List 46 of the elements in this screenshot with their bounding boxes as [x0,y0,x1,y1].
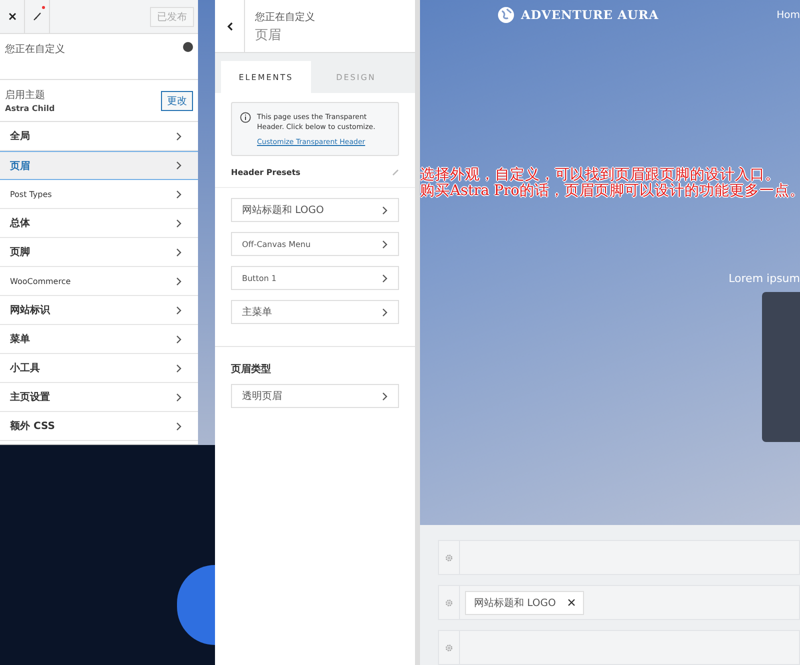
customizing-label: 您正在自定义 [255,10,315,24]
header-element-button[interactable]: 主菜单 [231,300,399,324]
builder-element-chip[interactable]: 网站标题和 LOGO [465,590,584,614]
change-theme-button[interactable]: 更改 [161,90,193,110]
close-icon[interactable] [568,599,575,606]
header-type-button[interactable]: 透明页眉 [231,384,399,408]
chevron-right-icon [176,190,182,198]
chevron-right-icon [176,392,182,402]
chevron-right-icon [382,206,388,215]
chevron-right-icon [176,248,182,256]
chevron-right-icon [176,334,182,344]
section-title: 页眉 [255,27,282,44]
theme-name: Astra Child [5,104,55,113]
globe-logo-icon [497,6,515,24]
presets-heading: Header Presets [231,168,300,178]
header-element-button[interactable]: 网站标题和 LOGO [231,198,399,222]
chevron-right-icon [176,276,182,286]
chevron-right-icon [176,306,182,314]
chevron-right-icon [382,240,388,249]
info-icon [240,112,251,123]
notification-dot [42,6,45,9]
site-logo-text[interactable]: ADVENTURE AURA [521,8,659,22]
chevron-right-icon [382,392,388,401]
gear-icon[interactable] [445,644,453,652]
menu-item[interactable]: 页眉 [0,151,198,180]
annotation-text: 选择外观，自定义，可以找到页眉跟页脚的设计入口。 [420,167,781,183]
chevron-right-icon [176,161,182,170]
header-element-button[interactable]: Button 1 [231,266,399,290]
chevron-left-icon [226,22,232,30]
hero-text: Lorem ipsum [728,272,800,285]
header-type-heading: 页眉类型 [231,364,271,376]
gear-icon[interactable] [445,554,453,562]
chevron-right-icon [176,132,182,140]
header-element-button[interactable]: Off-Canvas Menu [231,232,399,256]
theme-label: 启用主题 [5,88,46,102]
close-icon [8,13,16,20]
chevron-right-icon [176,422,182,430]
gear-icon[interactable] [445,598,453,606]
customizing-label: 您正在自定义 [5,42,65,57]
pencil-icon[interactable] [392,169,399,176]
annotation-text: 购买Astra Pro的话，页眉页脚可以设计的功能更多一点。 [420,183,800,199]
tab[interactable]: ELEMENTS [221,61,311,93]
chevron-right-icon [176,364,182,372]
chevron-right-icon [382,308,388,317]
chevron-right-icon [382,274,388,283]
chevron-right-icon [176,218,182,228]
